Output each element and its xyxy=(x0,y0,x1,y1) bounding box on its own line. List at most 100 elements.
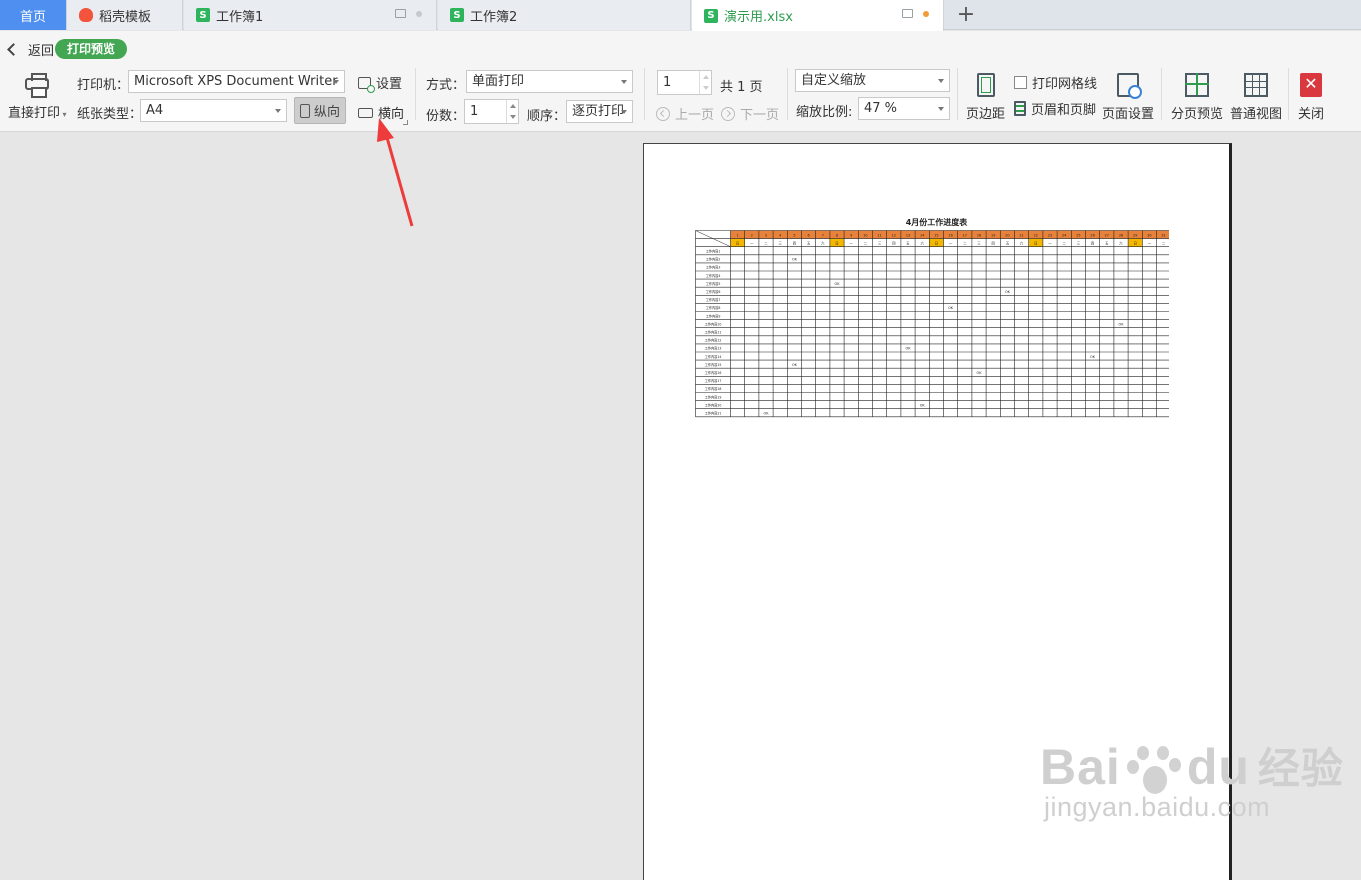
weekday-label: 日 xyxy=(1134,241,1137,245)
status-mark: OK xyxy=(906,347,912,351)
direct-print-label: 直接打印 xyxy=(8,106,61,121)
unsaved-dot-icon xyxy=(416,10,422,17)
portrait-page-icon xyxy=(299,103,310,118)
monitor-icon[interactable] xyxy=(902,9,913,18)
settings-label: 设置 xyxy=(376,77,403,92)
baidu-jingyan-watermark: Bai du 经验 jingyan.baidu.com xyxy=(1040,735,1344,823)
day-number: 6 xyxy=(808,233,810,237)
header-footer-button[interactable]: 页眉和页脚 xyxy=(1014,99,1096,118)
day-number: 30 xyxy=(1147,233,1151,237)
weekday-label: 日 xyxy=(935,241,938,245)
tab-workbook2[interactable]: S 工作簿2 xyxy=(438,0,691,30)
tab-home-label: 首页 xyxy=(19,9,46,25)
prev-page-button[interactable]: 上一页 xyxy=(656,104,714,123)
method-select[interactable]: 单面打印 xyxy=(466,70,633,93)
status-mark: OK xyxy=(948,306,954,310)
task-row-label: 工作内容14 xyxy=(705,354,722,359)
tab-demo-xlsx[interactable]: S 演示用.xlsx xyxy=(692,0,944,31)
day-number: 5 xyxy=(793,233,795,237)
day-number: 24 xyxy=(1062,233,1066,237)
monitor-icon[interactable] xyxy=(395,9,406,18)
scale-mode-select[interactable]: 自定义缩放 xyxy=(795,69,950,92)
tab-home[interactable]: 首页 xyxy=(0,0,67,30)
weekday-label: 一 xyxy=(1048,241,1052,245)
landscape-label: 横向 xyxy=(378,107,405,122)
task-row-label: 工作内容5 xyxy=(706,281,721,286)
margins-label: 页边距 xyxy=(966,107,1006,122)
dialog-launcher-icon[interactable] xyxy=(403,120,408,125)
day-number: 8 xyxy=(836,233,838,237)
direct-print-button[interactable]: 直接打印 ▾ xyxy=(8,72,67,121)
task-row-label: 工作内容21 xyxy=(705,411,722,416)
task-row-label: 工作内容18 xyxy=(705,386,722,391)
print-gridlines-checkbox[interactable]: 打印网格线 xyxy=(1014,73,1097,92)
weekday-label: 四 xyxy=(992,241,996,245)
next-page-button[interactable]: 下一页 xyxy=(721,104,779,123)
page-setup-button[interactable]: 页面设置 xyxy=(1102,73,1154,122)
margins-button[interactable]: 页边距 xyxy=(966,73,1005,122)
page-number-value: 1 xyxy=(663,75,672,90)
watermark-brand-left: Bai xyxy=(1040,739,1121,795)
day-number: 16 xyxy=(948,233,952,237)
stepper-arrows-icon[interactable] xyxy=(699,71,711,94)
printer-select[interactable]: Microsoft XPS Document Writer xyxy=(128,70,345,93)
page-break-preview-button[interactable]: 分页预览 xyxy=(1171,73,1223,122)
task-row-label: 工作内容16 xyxy=(705,370,722,375)
stepper-arrows-icon[interactable] xyxy=(506,100,518,123)
weekday-label: 一 xyxy=(750,241,754,245)
day-number: 11 xyxy=(877,233,881,237)
weekday-label: 一 xyxy=(949,241,953,245)
weekday-label: 日 xyxy=(835,241,838,245)
weekday-label: 三 xyxy=(1077,241,1081,245)
day-number: 7 xyxy=(822,233,824,237)
weekday-label: 五 xyxy=(807,241,811,245)
weekday-label: 三 xyxy=(878,241,882,245)
scale-percent-select[interactable]: 47 % xyxy=(858,97,950,120)
tab-label: 稻壳模板 xyxy=(99,9,152,25)
gridlines-label: 打印网格线 xyxy=(1032,77,1098,92)
separator xyxy=(957,68,958,120)
weekday-label: 二 xyxy=(963,241,967,245)
status-mark: OK xyxy=(764,412,770,416)
total-pages: 共 1 页 xyxy=(720,80,763,95)
task-row-label: 工作内容10 xyxy=(705,321,722,326)
spreadsheet-icon: S xyxy=(704,8,718,23)
tab-bar: 首页 稻壳模板 S 工作簿1 S 工作簿2 S 演示用.xlsx + xyxy=(0,0,1361,31)
header-footer-icon xyxy=(1014,101,1026,116)
portrait-button[interactable]: 纵向 xyxy=(294,97,346,124)
day-number: 9 xyxy=(850,233,852,237)
weekday-label: 四 xyxy=(892,241,896,245)
checkbox-icon[interactable] xyxy=(1014,76,1027,89)
normal-view-button[interactable]: 普通视图 xyxy=(1230,73,1282,122)
weekday-label: 二 xyxy=(864,241,868,245)
paper-type-select[interactable]: A4 xyxy=(140,99,287,122)
weekday-label: 四 xyxy=(793,241,797,245)
copies-label: 份数： xyxy=(426,109,466,124)
page-break-label: 分页预览 xyxy=(1171,107,1224,122)
status-mark: OK xyxy=(792,363,798,367)
landscape-button[interactable]: 横向 xyxy=(358,103,404,122)
day-number: 14 xyxy=(920,233,924,237)
weekday-label: 五 xyxy=(1006,241,1010,245)
new-tab-plus-icon[interactable]: + xyxy=(956,2,976,27)
settings-button[interactable]: 设置 xyxy=(358,73,403,93)
normal-view-icon xyxy=(1244,73,1268,97)
close-label: 关闭 xyxy=(1298,107,1325,122)
docer-logo-icon xyxy=(79,8,93,22)
tab-docer-templates[interactable]: 稻壳模板 xyxy=(67,0,183,30)
order-select[interactable]: 逐页打印 xyxy=(566,100,633,123)
close-preview-button[interactable]: ✕ 关闭 xyxy=(1298,73,1324,122)
day-number: 4 xyxy=(779,233,781,237)
task-row-label: 工作内容15 xyxy=(705,362,722,367)
page-number-input[interactable]: 1 xyxy=(657,70,712,95)
task-row-label: 工作内容19 xyxy=(705,394,722,399)
dropdown-caret-icon[interactable]: ▾ xyxy=(60,110,67,119)
printer-settings-icon xyxy=(358,76,375,93)
tab-workbook1[interactable]: S 工作簿1 xyxy=(184,0,437,30)
copies-stepper[interactable]: 1 xyxy=(464,99,519,124)
weekday-label: 日 xyxy=(736,241,739,245)
landscape-page-icon xyxy=(358,107,373,118)
task-row-label: 工作内容12 xyxy=(705,338,722,343)
page-setup-label: 页面设置 xyxy=(1102,107,1155,122)
back-button[interactable]: 返回 xyxy=(7,40,54,59)
